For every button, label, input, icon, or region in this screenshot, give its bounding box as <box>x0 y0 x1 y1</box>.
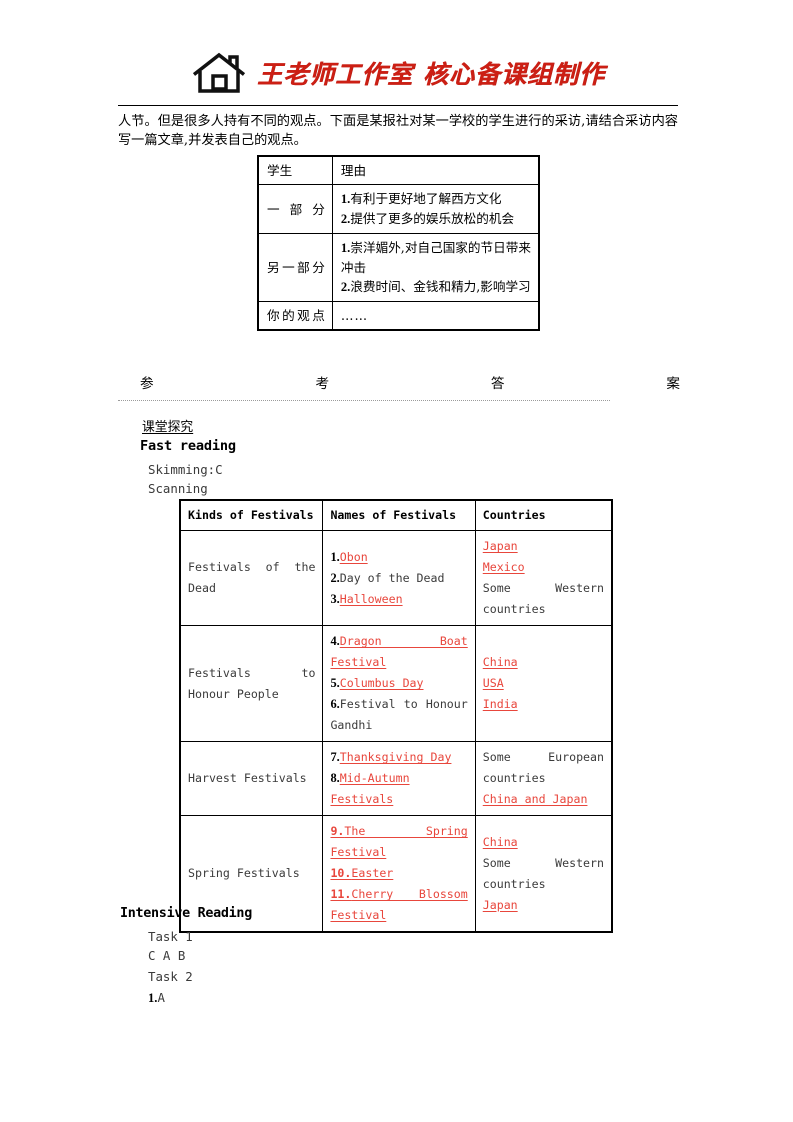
festival-name-answer: Cherry Blossom Festival <box>330 887 468 922</box>
festival-name: Festival to Honour Gandhi <box>330 697 468 732</box>
festival-kind-text: Spring Festivals <box>188 866 300 880</box>
interview-reason-1: 1.有利于更好地了解西方文化 2.提供了更多的娱乐放松的机会 <box>331 184 540 234</box>
document-page: 王老师工作室 核心备课组制作 人节。但是很多人持有不同的观点。下面是某报社对某一… <box>0 0 793 1122</box>
interview-student-2: 另一部分 <box>257 233 333 302</box>
festival-countries: Some European countries China and Japan <box>474 741 613 816</box>
festival-countries: China Some Western countries Japan <box>474 815 613 933</box>
table-row: 一部分 1.有利于更好地了解西方文化 2.提供了更多的娱乐放松的机会 <box>257 184 540 234</box>
table-row: 学生 理由 <box>257 155 540 185</box>
skimming-answer: Skimming:C <box>148 462 223 477</box>
header-countries: Countries <box>474 499 613 531</box>
reason-text: 浪费时间、金钱和精力,影响学习 <box>350 279 531 294</box>
interview-table: 学生 理由 一部分 1.有利于更好地了解西方文化 2.提供了更多的娱乐放松的机会… <box>257 155 540 331</box>
country: Some Western countries <box>482 581 604 616</box>
festival-kind-text: Harvest Festivals <box>188 771 307 785</box>
country-answer: Japan <box>482 897 518 912</box>
reason-text: 提供了更多的娱乐放松的机会 <box>350 211 515 226</box>
intro-paragraph: 人节。但是很多人持有不同的观点。下面是某报社对某一学校的学生进行的采访,请结合采… <box>118 114 678 148</box>
festival-kind: Harvest Festivals <box>179 741 324 816</box>
country-answer: China <box>482 834 518 849</box>
festival-name-answer: Dragon Boat Festival <box>330 634 468 669</box>
task2-answer-line: 1.A <box>148 990 165 1006</box>
table-row: Festivals to Honour People 4.Dragon Boat… <box>179 625 613 742</box>
item-number: 4. <box>330 634 340 648</box>
table-row: Harvest Festivals 7.Thanksgiving Day 8.M… <box>179 741 613 816</box>
festival-kind-text: Festivals to Honour People <box>188 665 316 701</box>
logo-text: 王老师工作室 核心备课组制作 <box>257 60 605 89</box>
festival-countries: Japan Mexico Some Western countries <box>474 530 613 626</box>
festival-names: 4.Dragon Boat Festival 5.Columbus Day 6.… <box>322 625 476 742</box>
fast-reading-heading: Fast reading <box>140 438 236 454</box>
festival-name-answer: Easter <box>351 866 394 880</box>
dotted-separator <box>118 400 610 401</box>
item-number: 3. <box>330 591 340 606</box>
header-kinds-of-festivals: Kinds of Festivals <box>179 499 324 531</box>
festival-name-answer: Mid-Autumn Festivals <box>330 771 410 806</box>
festival-names: 7.Thanksgiving Day 8.Mid-Autumn Festival… <box>322 741 476 816</box>
item-number: 5. <box>330 676 340 690</box>
festival-kind-text: Festivals of the Dead <box>188 560 316 595</box>
interview-student-1: 一部分 <box>257 184 333 234</box>
item-number: 10. <box>330 866 352 880</box>
festival-name-answer: Thanksgiving Day <box>339 750 452 764</box>
interview-header-reason: 理由 <box>331 155 540 185</box>
country-answer: India <box>482 697 518 711</box>
reason-number: 1. <box>340 241 351 255</box>
page-header: 王老师工作室 核心备课组制作 <box>118 44 678 106</box>
table-row: 另一部分 1.崇洋媚外,对自己国家的节日带来冲击 2.浪费时间、金钱和精力,影响… <box>257 233 540 302</box>
reason-text: 崇洋媚外,对自己国家的节日带来冲击 <box>340 240 531 275</box>
task1-answers: C A B <box>148 948 186 963</box>
festival-name-answer: The Spring Festival <box>330 824 468 859</box>
country-answer: USA <box>482 676 504 690</box>
task1-label: Task 1 <box>148 929 193 944</box>
festival-kind: Festivals of the Dead <box>179 530 324 626</box>
task2-label: Task 2 <box>148 969 193 984</box>
reason-number: 1. <box>340 192 351 206</box>
item-number: 6. <box>330 697 340 711</box>
scanning-label: Scanning <box>148 481 208 496</box>
country-answer: China and Japan <box>482 792 588 806</box>
item-number: 9. <box>330 824 345 838</box>
interview-header-student: 学生 <box>257 155 333 185</box>
festival-countries: China USA India <box>474 625 613 742</box>
reason-number: 2. <box>340 280 351 294</box>
item-number: 2. <box>330 570 340 585</box>
house-icon <box>193 52 246 93</box>
header-names-of-festivals: Names of Festivals <box>322 499 476 531</box>
festival-name-answer: Columbus Day <box>339 676 424 690</box>
table-header-row: Kinds of Festivals Names of Festivals Co… <box>179 499 613 531</box>
festival-names: 9.The Spring Festival 10.Easter 11.Cherr… <box>322 815 476 933</box>
festival-name-answer: Obon <box>339 549 368 564</box>
festivals-table: Kinds of Festivals Names of Festivals Co… <box>179 499 613 933</box>
festival-kind: Festivals to Honour People <box>179 625 324 742</box>
intensive-reading-heading: Intensive Reading <box>120 906 252 921</box>
festival-names: 1.Obon 2.Day of the Dead 3.Halloween <box>322 530 476 626</box>
country-answer: Mexico <box>482 560 525 574</box>
table-row: Festivals of the Dead 1.Obon 2.Day of th… <box>179 530 613 626</box>
country-answer: China <box>482 655 518 669</box>
interview-student-3: 你的观点 <box>257 301 333 331</box>
reason-text: 有利于更好地了解西方文化 <box>350 191 502 206</box>
item-number: 8. <box>330 771 340 785</box>
item-number: 7. <box>330 750 340 764</box>
reason-number: 2. <box>340 212 351 226</box>
country: Some European countries <box>482 750 604 785</box>
classroom-inquiry-label: 课堂探究 <box>142 420 194 435</box>
festival-name-answer: Halloween <box>339 591 403 606</box>
country-answer: Japan <box>482 539 518 553</box>
interview-reason-2: 1.崇洋媚外,对自己国家的节日带来冲击 2.浪费时间、金钱和精力,影响学习 <box>331 233 540 302</box>
festival-name: Day of the Dead <box>339 570 445 585</box>
item-number: 11. <box>330 887 352 901</box>
interview-reason-3: …… <box>331 301 540 331</box>
item-number: 1. <box>330 549 340 564</box>
country: Some Western countries <box>482 855 604 891</box>
task2-answer: A <box>157 990 165 1005</box>
reference-answer-title: 参考答案 <box>140 376 680 392</box>
table-row: 你的观点 …… <box>257 301 540 331</box>
